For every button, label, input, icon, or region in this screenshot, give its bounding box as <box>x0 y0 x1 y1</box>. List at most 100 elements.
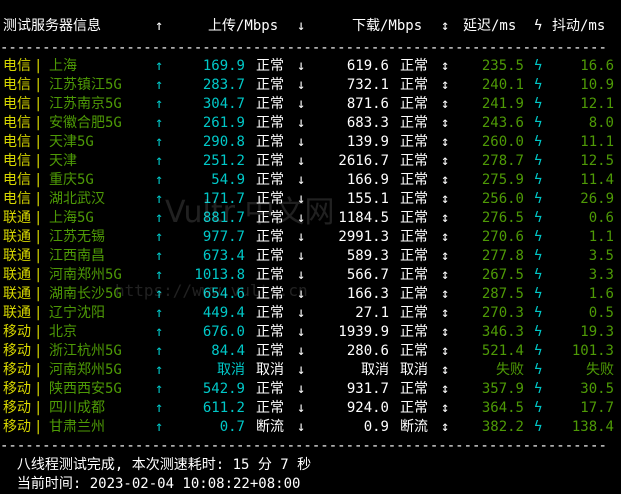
jitter-value: 12.5 <box>580 153 614 169</box>
jitter-value: 12.1 <box>580 96 614 112</box>
node-name: 河南郑州5G <box>49 267 122 283</box>
download-arrow-icon: ↓ <box>297 324 306 340</box>
download-arrow-icon: ↓ <box>297 343 306 359</box>
node-name: 湖南长沙5G <box>49 286 122 302</box>
latency-arrow-icon: ↕ <box>441 210 450 226</box>
jitter-value: 30.5 <box>580 381 614 397</box>
jitter-value: 19.3 <box>580 324 614 340</box>
bolt-icon: ϟ <box>534 419 543 435</box>
jitter-value: 11.4 <box>580 172 614 188</box>
bottom-separator: ----------------------------------------… <box>0 438 607 454</box>
download-status: 正常 <box>400 172 428 188</box>
jitter-value: 0.5 <box>588 305 614 321</box>
upload-status: 正常 <box>256 229 284 245</box>
header-upload: 上传/Mbps <box>208 18 279 34</box>
bolt-icon: ϟ <box>534 153 543 169</box>
latency-arrow-icon: ↕ <box>441 229 450 245</box>
isp-separator: | <box>34 305 43 321</box>
latency-arrow-icon: ↕ <box>441 115 450 131</box>
download-arrow-icon: ↓ <box>297 96 306 112</box>
isp-separator: | <box>34 172 43 188</box>
node-name: 陕西西安5G <box>49 381 122 397</box>
upload-value: 654.6 <box>202 286 245 302</box>
table-row: 电信 | 上海 ↑ 169.9 正常 ↓ 619.6 正常 ↕ 235.5 ϟ 16.6 <box>0 57 621 76</box>
isp-separator: | <box>34 210 43 226</box>
upload-arrow-icon: ↑ <box>155 229 164 245</box>
upload-value: 542.9 <box>202 381 245 397</box>
latency-value: 267.5 <box>481 267 524 283</box>
isp-label: 电信 <box>3 115 31 131</box>
upload-status: 取消 <box>256 362 284 378</box>
bolt-icon: ϟ <box>534 134 543 150</box>
latency-arrow-icon: ↕ <box>441 153 450 169</box>
latency-arrow-icon: ↕ <box>441 305 450 321</box>
jitter-value: 101.3 <box>571 343 614 359</box>
download-status: 正常 <box>400 191 428 207</box>
download-value: 683.3 <box>346 115 389 131</box>
download-status: 正常 <box>400 77 428 93</box>
latency-arrow-icon: ↕ <box>441 286 450 302</box>
terminal-window: 测试服务器信息 ↑ 上传/Mbps ↓ 下载/Mbps ↕ 延迟/ms ϟ 抖动… <box>0 0 621 492</box>
download-arrow-icon: ↓ <box>297 362 306 378</box>
isp-separator: | <box>34 134 43 150</box>
download-arrow-icon: ↓ <box>297 419 306 435</box>
upload-value: 84.4 <box>211 343 245 359</box>
bolt-icon: ϟ <box>534 229 543 245</box>
upload-status: 断流 <box>256 419 284 435</box>
download-value: 871.6 <box>346 96 389 112</box>
isp-label: 移动 <box>3 324 31 340</box>
node-name: 浙江杭州5G <box>49 343 122 359</box>
upload-arrow-icon: ↑ <box>155 419 164 435</box>
download-status: 正常 <box>400 153 428 169</box>
upload-value: 169.9 <box>202 58 245 74</box>
download-arrow-icon: ↓ <box>297 305 306 321</box>
isp-label: 电信 <box>3 77 31 93</box>
header-name: 测试服务器信息 <box>3 18 101 34</box>
download-status: 正常 <box>400 324 428 340</box>
latency-arrow-icon: ↕ <box>441 248 450 264</box>
upload-value: 977.7 <box>202 229 245 245</box>
isp-separator: | <box>34 153 43 169</box>
isp-separator: | <box>34 77 43 93</box>
download-status: 正常 <box>400 96 428 112</box>
latency-value: 270.3 <box>481 305 524 321</box>
download-arrow-icon: ↓ <box>297 286 306 302</box>
node-name: 上海 <box>49 58 77 74</box>
node-name: 天津 <box>49 153 77 169</box>
upload-status: 正常 <box>256 248 284 264</box>
jitter-value: 3.5 <box>588 248 614 264</box>
bolt-icon: ϟ <box>534 96 543 112</box>
upload-value: 676.0 <box>202 324 245 340</box>
download-value: 924.0 <box>346 400 389 416</box>
node-name: 江西南昌 <box>49 248 105 264</box>
bolt-icon: ϟ <box>534 267 543 283</box>
jitter-value: 138.4 <box>571 419 614 435</box>
latency-value: 241.9 <box>481 96 524 112</box>
upload-status: 正常 <box>256 305 284 321</box>
download-status: 取消 <box>400 362 428 378</box>
table-row: 联通 | 河南郑州5G ↑ 1013.8 正常 ↓ 566.7 正常 ↕ 267.5 ϟ 3.3 <box>0 266 621 285</box>
latency-value: 270.6 <box>481 229 524 245</box>
isp-label: 电信 <box>3 58 31 74</box>
table-row: 移动 | 河南郑州5G ↑ 取消 取消 ↓ 取消 取消 ↕ 失败 ϟ 失败 <box>0 361 621 380</box>
upload-value: 611.2 <box>202 400 245 416</box>
isp-separator: | <box>34 286 43 302</box>
node-name: 江苏无锡 <box>49 229 105 245</box>
upload-arrow-icon: ↑ <box>155 324 164 340</box>
table-row: 移动 | 四川成都 ↑ 611.2 正常 ↓ 924.0 正常 ↕ 364.5 ϟ 17.7 <box>0 399 621 418</box>
download-value: 155.1 <box>346 191 389 207</box>
table-row: 移动 | 陕西西安5G ↑ 542.9 正常 ↓ 931.7 正常 ↕ 357.9 ϟ 30.5 <box>0 380 621 399</box>
upload-status: 正常 <box>256 400 284 416</box>
latency-value: 521.4 <box>481 343 524 359</box>
node-name: 上海5G <box>49 210 94 226</box>
upload-status: 正常 <box>256 343 284 359</box>
latency-arrow-icon: ↕ <box>441 134 450 150</box>
table-row: 电信 | 重庆5G ↑ 54.9 正常 ↓ 166.9 正常 ↕ 275.9 ϟ 11.4 <box>0 171 621 190</box>
table-row: 电信 | 江苏南京5G ↑ 304.7 正常 ↓ 871.6 正常 ↕ 241.9 ϟ 12.1 <box>0 95 621 114</box>
upload-arrow-icon: ↑ <box>155 153 164 169</box>
upload-value: 0.7 <box>219 419 245 435</box>
bolt-icon: ϟ <box>534 381 543 397</box>
jitter-value: 1.6 <box>588 286 614 302</box>
download-value: 27.1 <box>355 305 389 321</box>
isp-label: 电信 <box>3 134 31 150</box>
